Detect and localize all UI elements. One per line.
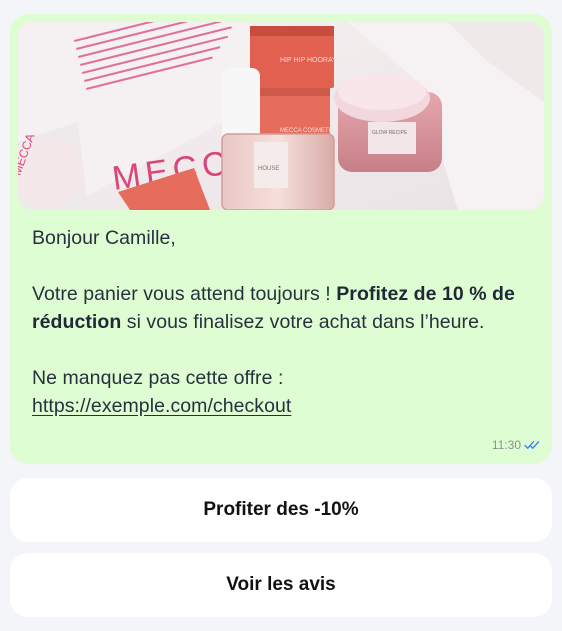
view-reviews-button[interactable]: Voir les avis — [10, 553, 552, 617]
message-bubble: MECCA HIP HIP HOORAY MECCA COSMETICA HOU… — [10, 14, 552, 464]
message-body: Votre panier vous attend toujours ! Prof… — [32, 283, 515, 333]
checkout-link[interactable]: https://exemple.com/checkout — [32, 395, 291, 417]
double-check-icon — [524, 441, 540, 449]
svg-text:GLOW RECIPE: GLOW RECIPE — [372, 130, 408, 136]
greeting: Bonjour Camille, — [32, 227, 176, 249]
svg-text:HIP HIP HOORAY: HIP HIP HOORAY — [280, 57, 337, 64]
message-text: Bonjour Camille, Votre panier vous atten… — [18, 210, 544, 420]
chat-message-area: MECCA HIP HIP HOORAY MECCA COSMETICA HOU… — [0, 0, 562, 631]
claim-discount-button[interactable]: Profiter des -10% — [10, 478, 552, 542]
message-meta: 11:30 — [492, 438, 540, 452]
offer-line: Ne manquez pas cette offre : https://exe… — [32, 367, 292, 417]
message-time: 11:30 — [491, 438, 521, 452]
svg-text:MECCA COSMETICA: MECCA COSMETICA — [280, 128, 339, 134]
svg-text:HOUSE: HOUSE — [258, 166, 279, 172]
product-box-photo: MECCA HIP HIP HOORAY MECCA COSMETICA HOU… — [18, 22, 544, 210]
product-box-illustration: MECCA HIP HIP HOORAY MECCA COSMETICA HOU… — [18, 22, 544, 210]
